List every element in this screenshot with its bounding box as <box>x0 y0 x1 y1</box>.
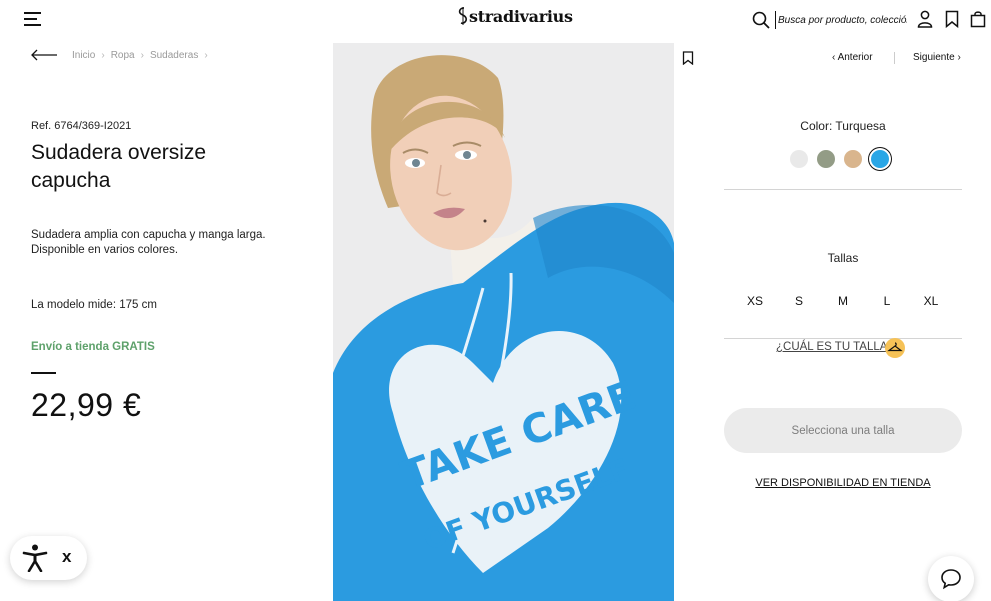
chevron-right-icon: › <box>204 50 208 61</box>
size-option-xl[interactable]: XL <box>909 294 953 308</box>
section-divider <box>724 189 962 190</box>
bookmark-icon[interactable] <box>943 10 961 28</box>
site-header: stradivarius <box>0 0 991 40</box>
chevron-right-icon: › <box>101 50 105 61</box>
section-divider <box>724 338 962 339</box>
chevron-right-icon: › <box>954 52 961 63</box>
store-availability-link[interactable]: VER DISPONIBILIDAD EN TIENDA <box>724 477 962 489</box>
model-info: La modelo mide: 175 cm <box>31 299 157 311</box>
sizes-title: Tallas <box>827 251 859 265</box>
chevron-right-icon: › <box>140 50 144 61</box>
bag-icon[interactable] <box>969 10 987 28</box>
previous-label: Anterior <box>837 52 873 63</box>
hanger-icon[interactable] <box>885 338 905 358</box>
size-option-m[interactable]: M <box>821 294 865 308</box>
accessibility-widget: x <box>10 536 87 580</box>
color-swatch-green[interactable] <box>817 150 835 168</box>
stradivarius-logo[interactable]: stradivarius <box>457 7 573 26</box>
accessibility-close-button[interactable]: x <box>62 547 71 567</box>
breadcrumb-inicio[interactable]: Inicio <box>72 50 95 61</box>
shipping-info: Envío a tienda GRATIS <box>31 341 155 353</box>
chat-button[interactable] <box>928 556 974 601</box>
search-bar[interactable] <box>752 10 912 30</box>
size-option-xs[interactable]: XS <box>733 294 777 308</box>
user-icon[interactable] <box>916 10 934 28</box>
nav-divider <box>894 52 895 64</box>
color-swatches <box>790 150 889 168</box>
back-arrow-icon[interactable] <box>30 48 58 62</box>
previous-product-link[interactable]: ‹ Anterior <box>832 52 873 63</box>
size-option-s[interactable]: S <box>777 294 821 308</box>
product-ref: Ref. 6764/369-I2021 <box>31 120 132 132</box>
price-divider <box>31 372 56 374</box>
color-swatch-turquoise[interactable] <box>871 150 889 168</box>
select-size-button[interactable]: Selecciona una talla <box>724 408 962 453</box>
breadcrumb-sudaderas[interactable]: Sudaderas <box>150 50 198 61</box>
search-input[interactable] <box>775 11 907 29</box>
next-product-link[interactable]: Siguiente › <box>913 52 961 63</box>
model-photo: TAKE CARE OF YOURSELF <box>333 43 674 601</box>
menu-icon[interactable] <box>24 12 41 27</box>
size-option-l[interactable]: L <box>865 294 909 308</box>
breadcrumb: Inicio › Ropa › Sudaderas › <box>72 50 208 61</box>
product-description: Sudadera amplia con capucha y manga larg… <box>31 229 266 256</box>
size-guide-link[interactable]: ¿CUÁL ES TU TALLA? <box>776 341 894 353</box>
next-label: Siguiente <box>913 52 955 63</box>
search-icon[interactable] <box>752 11 770 29</box>
color-swatch-beige[interactable] <box>844 150 862 168</box>
logo-mark-icon <box>458 7 467 25</box>
product-title: Sudadera oversize capucha <box>31 141 207 192</box>
chat-bubble-icon <box>941 569 961 590</box>
product-price: 22,99 € <box>31 387 142 423</box>
color-label: Color: Turquesa <box>800 119 886 133</box>
accessibility-icon[interactable] <box>22 544 48 572</box>
size-options: XS S M L XL <box>733 294 953 308</box>
save-product-bookmark-icon[interactable] <box>682 51 694 65</box>
product-image[interactable]: TAKE CARE OF YOURSELF <box>333 43 674 601</box>
breadcrumb-ropa[interactable]: Ropa <box>111 50 135 61</box>
logo-text: stradivarius <box>469 7 573 26</box>
color-swatch-white[interactable] <box>790 150 808 168</box>
